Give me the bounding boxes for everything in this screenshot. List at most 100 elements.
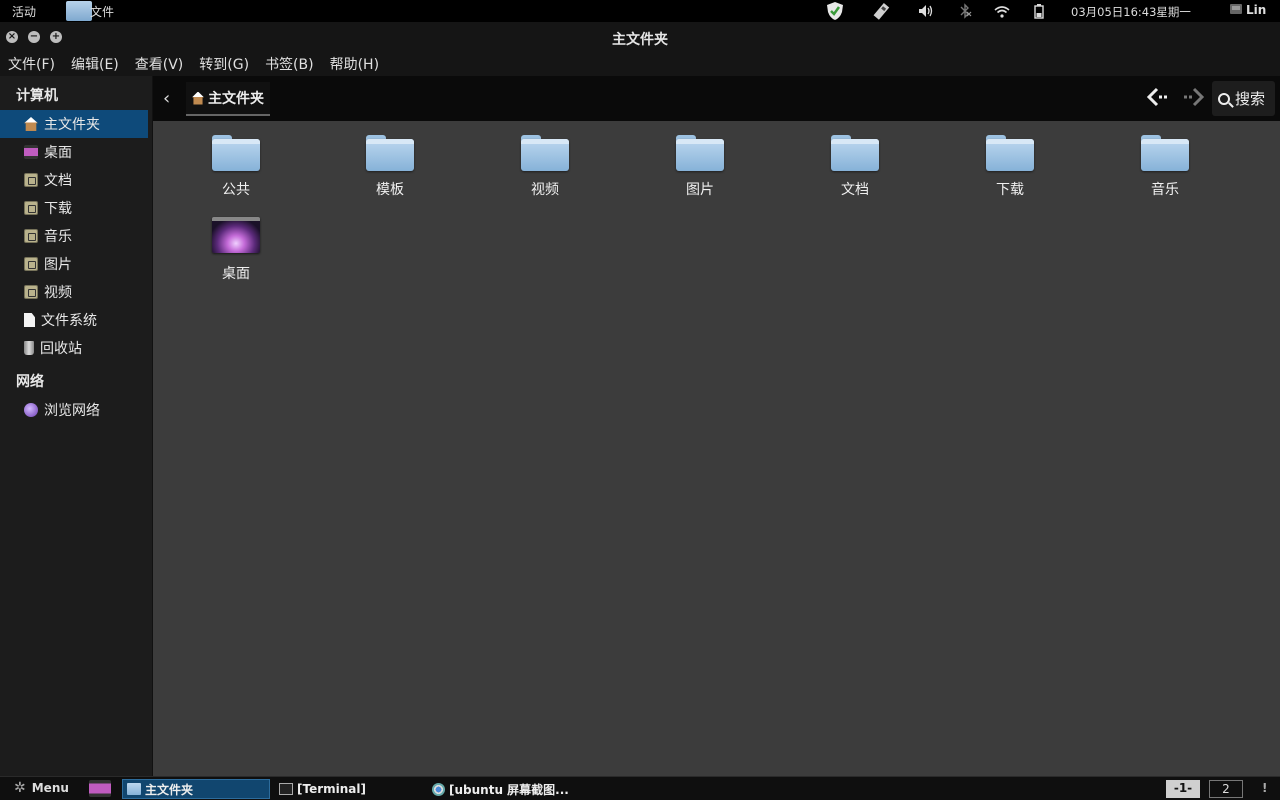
sidebar-item-label: 回收站	[40, 341, 82, 357]
sidebar-item-label: 文档	[44, 173, 72, 189]
chevron-left-icon[interactable]: ‹	[163, 88, 170, 109]
user-name: Lin	[1246, 3, 1267, 17]
folder-icon	[66, 1, 92, 21]
file-item-label: 文档	[841, 182, 869, 198]
battery-icon[interactable]	[1029, 0, 1049, 22]
file-item-label: 视频	[531, 182, 559, 198]
user-menu[interactable]: Lin	[1230, 3, 1266, 17]
activities-button[interactable]: 活动	[12, 3, 36, 20]
file-item-label: 公共	[222, 182, 250, 198]
file-item-videos[interactable]: 视频	[490, 135, 600, 199]
folder-icon	[127, 783, 141, 795]
folder-icon	[1141, 135, 1189, 173]
workspace-1[interactable]: -1-	[1166, 780, 1200, 798]
menu-go[interactable]: 转到(G)	[199, 50, 249, 76]
app-name: 文件	[90, 4, 115, 19]
search-button[interactable]: 搜索	[1212, 81, 1275, 116]
chrome-icon	[432, 782, 445, 796]
menu-view[interactable]: 查看(V)	[135, 50, 184, 76]
home-icon	[192, 91, 204, 105]
sidebar-item-desktop[interactable]: 桌面	[0, 138, 148, 166]
top-panel: 活动 文件 03月05日16:43星期一 Lin	[0, 0, 1280, 22]
folder-icon	[24, 173, 38, 187]
menu-help[interactable]: 帮助(H)	[330, 50, 379, 76]
folder-icon	[366, 135, 414, 173]
file-view[interactable]: 公共 模板 视频 图片 文档 下载 音乐 桌面	[153, 121, 1280, 776]
back-button[interactable]	[1146, 86, 1169, 114]
sidebar-item-home[interactable]: 主文件夹	[0, 110, 148, 138]
sidebar-item-label: 文件系统	[41, 313, 97, 329]
taskbar-item-terminal[interactable]: [Terminal]	[275, 779, 423, 799]
home-icon	[24, 117, 38, 131]
shield-check-icon[interactable]	[823, 0, 847, 22]
file-item-pictures[interactable]: 图片	[645, 135, 755, 199]
sidebar-item-label: 桌面	[44, 145, 72, 161]
sidebar-item-documents[interactable]: 文档	[0, 166, 148, 194]
gear-icon: ✲	[14, 780, 26, 796]
taskbar-item-label: [Terminal]	[297, 782, 366, 796]
taskbar-item-chrome[interactable]: [ubuntu 屏幕截图...	[428, 779, 576, 799]
folder-icon	[831, 135, 879, 173]
breadcrumb-label: 主文件夹	[208, 91, 264, 107]
sidebar-item-trash[interactable]: 回收站	[0, 334, 148, 362]
file-item-label: 下载	[996, 182, 1024, 198]
window-titlebar[interactable]: × − + 主文件夹	[0, 22, 1280, 50]
sidebar-item-pictures[interactable]: 图片	[0, 250, 148, 278]
folder-icon	[521, 135, 569, 173]
sidebar-item-videos[interactable]: 视频	[0, 278, 148, 306]
path-bar: ‹ 主文件夹 搜索	[153, 76, 1280, 121]
search-icon	[1218, 92, 1230, 105]
file-item-label: 桌面	[222, 266, 250, 282]
arrow-right-icon	[1184, 87, 1205, 107]
arrow-left-icon	[1146, 87, 1167, 107]
folder-icon	[24, 285, 38, 299]
sidebar-item-label: 音乐	[44, 229, 72, 245]
workspace-2[interactable]: 2	[1209, 780, 1243, 798]
file-item-music[interactable]: 音乐	[1110, 135, 1220, 199]
usb-stick-icon[interactable]	[870, 0, 894, 22]
trash-icon	[24, 341, 34, 355]
app-menu-button[interactable]: 文件	[66, 0, 114, 22]
sidebar-item-browse-network[interactable]: 浏览网络	[0, 396, 148, 424]
file-item-desktop[interactable]: 桌面	[181, 217, 291, 283]
show-desktop-icon[interactable]	[89, 780, 111, 797]
folder-icon	[676, 135, 724, 173]
menu-file[interactable]: 文件(F)	[8, 50, 55, 76]
menu-bookmarks[interactable]: 书签(B)	[265, 50, 314, 76]
file-item-label: 模板	[376, 182, 404, 198]
sidebar-item-filesystem[interactable]: 文件系统	[0, 306, 148, 334]
menu-bar: 文件(F) 编辑(E) 查看(V) 转到(G) 书签(B) 帮助(H)	[0, 50, 1280, 76]
bluetooth-off-icon[interactable]	[954, 0, 976, 22]
file-icon	[24, 313, 35, 327]
file-item-documents[interactable]: 文档	[800, 135, 910, 199]
terminal-icon	[279, 783, 293, 795]
clock[interactable]: 03月05日16:43星期一	[1071, 4, 1191, 20]
sidebar-item-music[interactable]: 音乐	[0, 222, 148, 250]
breadcrumb-home[interactable]: 主文件夹	[186, 82, 270, 116]
sidebar-item-label: 主文件夹	[44, 117, 100, 133]
taskbar-item-label: [ubuntu 屏幕截图...	[449, 782, 569, 797]
sidebar-header-network: 网络	[16, 374, 44, 390]
volume-icon[interactable]	[915, 0, 937, 22]
sidebar-item-label: 浏览网络	[44, 403, 100, 419]
sidebar-header-computer: 计算机	[16, 88, 58, 104]
wifi-icon[interactable]	[991, 0, 1013, 22]
bottom-panel: ✲ Menu 主文件夹 [Terminal] [ubuntu 屏幕截图... -…	[0, 776, 1280, 800]
sidebar-item-label: 视频	[44, 285, 72, 301]
file-item-public[interactable]: 公共	[181, 135, 291, 199]
sidebar-item-downloads[interactable]: 下载	[0, 194, 148, 222]
file-item-downloads[interactable]: 下载	[955, 135, 1065, 199]
file-item-label: 音乐	[1151, 182, 1179, 198]
folder-icon	[212, 135, 260, 173]
menu-edit[interactable]: 编辑(E)	[71, 50, 119, 76]
network-icon	[24, 403, 38, 417]
taskbar-item-home[interactable]: 主文件夹	[122, 779, 270, 799]
file-item-templates[interactable]: 模板	[335, 135, 445, 199]
sidebar-item-label: 下载	[44, 201, 72, 217]
desktop-thumbnail	[212, 217, 260, 253]
file-item-label: 图片	[686, 182, 714, 198]
forward-button[interactable]	[1182, 86, 1205, 114]
notification-icon[interactable]: !	[1262, 781, 1267, 795]
menu-button[interactable]: ✲ Menu	[14, 781, 69, 795]
places-sidebar: 计算机 主文件夹 桌面 文档 下载 音乐 图片 视频 文件系统 回收站 网络 浏…	[0, 76, 152, 776]
